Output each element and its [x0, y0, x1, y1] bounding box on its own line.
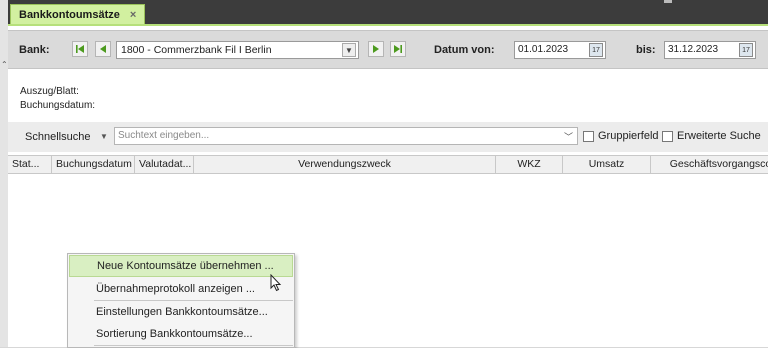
- collapse-caret-icon[interactable]: ⌃: [1, 60, 8, 69]
- next-record-icon[interactable]: [368, 41, 384, 57]
- buchungsdatum-label: Buchungsdatum:: [20, 100, 96, 111]
- close-icon[interactable]: ×: [130, 9, 136, 21]
- bank-toolbar: Bank: 1800 - Commerzbank Fil I Berlin ▼ …: [8, 30, 768, 69]
- window-grip: [664, 0, 672, 3]
- column-valutadatum[interactable]: Valutadat...: [135, 156, 194, 173]
- column-status[interactable]: Stat...: [8, 156, 52, 173]
- bank-select[interactable]: 1800 - Commerzbank Fil I Berlin ▼: [116, 41, 359, 59]
- date-from-label: Datum von:: [434, 44, 495, 56]
- first-record-icon[interactable]: [72, 41, 88, 57]
- column-geschaeftsvorgangscode[interactable]: Geschäftsvorgangsco: [651, 156, 768, 173]
- auszug-label: Auszug/Blatt:: [20, 86, 79, 97]
- gruppierfeld-checkbox[interactable]: Gruppierfeld: [583, 130, 659, 142]
- tab-bar: Bankkontoumsätze ×: [8, 0, 768, 26]
- table-header: Stat... Buchungsdatum Valutadat... Verwe…: [8, 155, 768, 174]
- menu-item-einstellungen[interactable]: Einstellungen Bankkontoumsätze...: [69, 301, 293, 323]
- tab-bankkontoumsaetze[interactable]: Bankkontoumsätze ×: [10, 4, 146, 25]
- calendar-icon[interactable]: 17: [589, 43, 603, 57]
- checkbox-box[interactable]: [583, 130, 594, 142]
- date-to-value: 31.12.2023: [668, 44, 719, 55]
- tab-title: Bankkontoumsätze: [19, 9, 120, 21]
- checkbox-box[interactable]: [662, 130, 673, 142]
- menu-item-neue-kontoumsaetze[interactable]: Neue Kontoumsätze übernehmen ...: [69, 255, 293, 277]
- search-bar: Schnellsuche ▼ Suchtext eingeben... ﹀ Gr…: [8, 122, 768, 152]
- erweiterte-suche-label: Erweiterte Suche: [677, 130, 761, 142]
- calendar-icon[interactable]: 17: [739, 43, 753, 57]
- search-placeholder: Suchtext eingeben...: [118, 130, 210, 141]
- bank-label: Bank:: [19, 44, 50, 56]
- menu-separator: [94, 345, 293, 346]
- column-verwendungszweck[interactable]: Verwendungszweck: [194, 156, 496, 173]
- last-record-icon[interactable]: [390, 41, 406, 57]
- previous-record-icon[interactable]: [95, 41, 111, 57]
- column-umsatz[interactable]: Umsatz: [563, 156, 651, 173]
- column-wkz[interactable]: WKZ: [496, 156, 563, 173]
- date-from-field[interactable]: 01.01.2023 17: [514, 41, 606, 59]
- date-from-value: 01.01.2023: [518, 44, 569, 55]
- context-menu: Neue Kontoumsätze übernehmen ... Übernah…: [67, 253, 295, 348]
- gruppierfeld-label: Gruppierfeld: [598, 130, 659, 142]
- date-to-field[interactable]: 31.12.2023 17: [664, 41, 756, 59]
- dropdown-arrow-icon[interactable]: ▼: [100, 132, 108, 141]
- erweiterte-suche-checkbox[interactable]: Erweiterte Suche: [662, 130, 761, 142]
- quick-search-label: Schnellsuche: [25, 131, 91, 143]
- chevron-down-icon[interactable]: ﹀: [564, 130, 573, 143]
- search-input[interactable]: Suchtext eingeben... ﹀: [114, 127, 578, 145]
- column-buchungsdatum[interactable]: Buchungsdatum: [52, 156, 135, 173]
- menu-item-uebernahmeprotokoll[interactable]: Übernahmeprotokoll anzeigen ...: [69, 278, 293, 300]
- mouse-cursor-icon: [270, 274, 282, 292]
- date-to-label: bis:: [636, 44, 656, 56]
- bank-select-value: 1800 - Commerzbank Fil I Berlin: [121, 44, 272, 56]
- chevron-down-icon[interactable]: ▼: [342, 43, 356, 57]
- menu-item-sortierung[interactable]: Sortierung Bankkontoumsätze...: [69, 323, 293, 345]
